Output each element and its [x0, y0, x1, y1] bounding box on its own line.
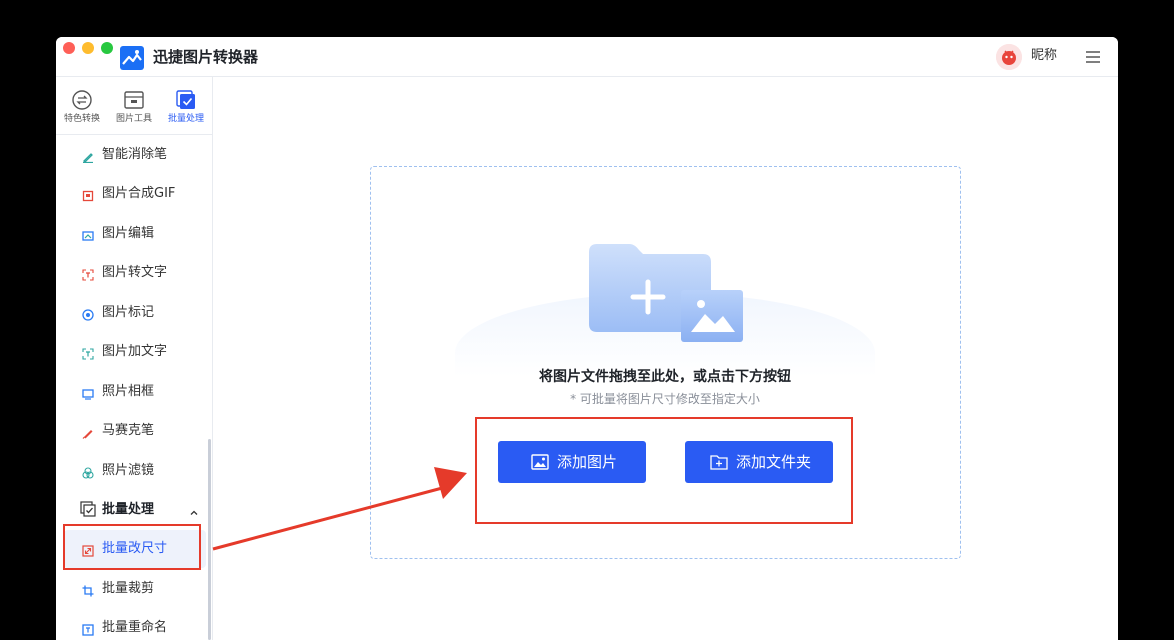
highlight-box-sidebar-item	[63, 524, 201, 570]
title-bar: 迅捷图片转换器 昵称	[56, 37, 1118, 77]
tab-label: 图片工具	[115, 114, 152, 124]
eraser-pen-icon	[82, 148, 94, 164]
minimize-window-button[interactable]	[82, 42, 94, 54]
tab-image-tools[interactable]: 图片工具	[108, 89, 160, 129]
convert-icon	[71, 89, 93, 111]
mark-icon	[82, 306, 94, 321]
sidebar-item-label: 图片编辑	[102, 226, 155, 241]
close-window-button[interactable]	[63, 42, 75, 54]
batch-group-icon	[80, 501, 96, 517]
sidebar-item-label: 图片转文字	[102, 265, 168, 280]
hamburger-menu-icon[interactable]	[1085, 49, 1101, 65]
crop-icon	[82, 582, 94, 597]
main-content: 将图片文件拖拽至此处，或点击下方按钮 * 可批量将图片尺寸修改至指定大小 添加图…	[214, 77, 1118, 640]
folder-add-image-illustration	[589, 240, 749, 350]
chevron-up-icon[interactable]	[189, 503, 199, 515]
sidebar-top-nav: 特色转换 图片工具 批量处理	[56, 77, 213, 135]
drop-zone-title: 将图片文件拖拽至此处，或点击下方按钮	[539, 369, 791, 385]
app-logo-icon	[120, 46, 144, 70]
sidebar-item-label: 图片标记	[102, 305, 155, 320]
user-avatar[interactable]	[996, 44, 1022, 70]
frame-icon	[82, 385, 94, 400]
add-text-icon	[82, 345, 94, 360]
tab-label: 特色转换	[63, 114, 100, 124]
gif-icon	[82, 187, 94, 202]
app-window: 迅捷图片转换器 昵称 特色转换 图片工具 批量处理 智能消除笔 图片合成GIF …	[56, 37, 1118, 640]
app-title: 迅捷图片转换器	[153, 48, 259, 66]
ocr-icon	[82, 266, 94, 281]
tab-feature-convert[interactable]: 特色转换	[56, 89, 108, 129]
sidebar-item-photo-filter[interactable]: 照片滤镜	[56, 452, 206, 490]
sidebar-item-image-edit[interactable]: 图片编辑	[56, 215, 206, 253]
user-nickname[interactable]: 昵称	[1031, 47, 1057, 65]
drop-zone-subtitle: * 可批量将图片尺寸修改至指定大小	[570, 392, 760, 406]
sidebar-item-label: 图片合成GIF	[102, 186, 176, 201]
sidebar-item-eraser-pen[interactable]: 智能消除笔	[56, 136, 206, 174]
sidebar-item-label: 照片相框	[102, 384, 155, 399]
sidebar-item-photo-frame[interactable]: 照片相框	[56, 373, 206, 411]
sidebar-item-gif[interactable]: 图片合成GIF	[56, 175, 206, 213]
sidebar-item-label: 马赛克笔	[102, 423, 155, 438]
sidebar-item-label: 批量裁剪	[102, 581, 155, 596]
sidebar-item-add-text[interactable]: 图片加文字	[56, 333, 206, 371]
image-tools-icon	[123, 89, 145, 111]
zoom-window-button[interactable]	[101, 42, 113, 54]
sidebar-group-label: 批量处理	[102, 502, 155, 517]
batch-icon	[175, 89, 197, 111]
sidebar-item-image-to-text[interactable]: 图片转文字	[56, 254, 206, 292]
sidebar-item-label: 照片滤镜	[102, 463, 155, 478]
edit-image-icon	[82, 227, 94, 241]
rename-icon	[82, 621, 94, 636]
sidebar-item-image-mark[interactable]: 图片标记	[56, 294, 206, 332]
highlight-box-buttons	[475, 417, 853, 524]
filter-icon	[82, 464, 94, 479]
sidebar-item-batch-crop[interactable]: 批量裁剪	[56, 570, 206, 608]
tab-label: 批量处理	[167, 114, 204, 124]
sidebar-scrollbar[interactable]	[208, 439, 211, 640]
sidebar-item-batch-rename[interactable]: 批量重命名	[56, 609, 206, 640]
mosaic-pen-icon	[82, 424, 94, 439]
sidebar-item-label: 智能消除笔	[102, 147, 168, 162]
sidebar-item-label: 图片加文字	[102, 344, 168, 359]
sidebar-item-label: 批量重命名	[102, 620, 168, 635]
tab-batch-process[interactable]: 批量处理	[160, 89, 212, 129]
sidebar-item-mosaic-pen[interactable]: 马赛克笔	[56, 412, 206, 450]
